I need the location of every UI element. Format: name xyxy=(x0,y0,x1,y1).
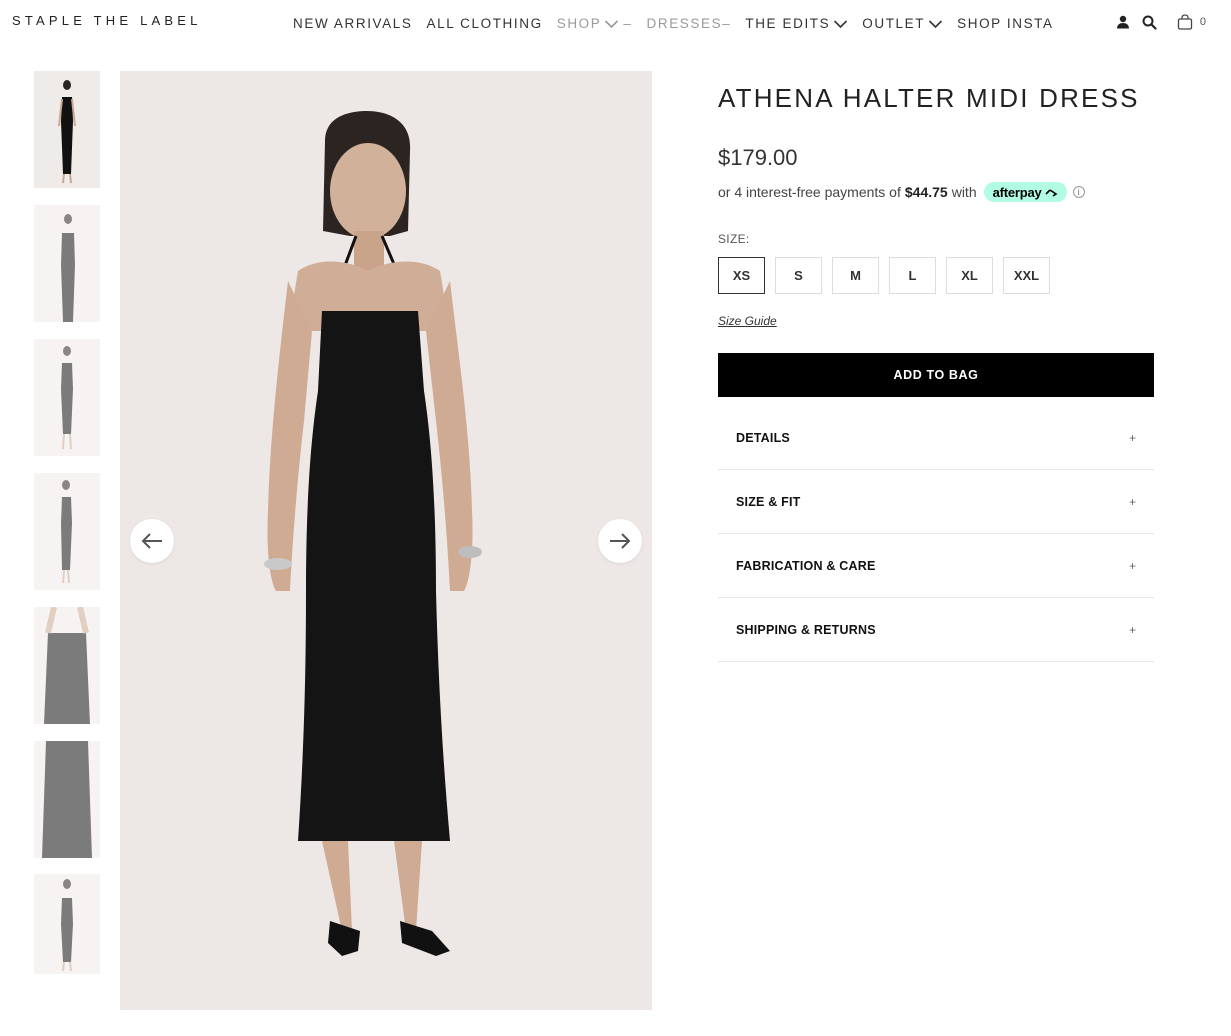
size-option-l[interactable]: L xyxy=(889,257,936,294)
nav-label: ALL CLOTHING xyxy=(426,16,543,31)
thumbnail-image xyxy=(34,339,100,456)
thumbnail-image xyxy=(34,741,100,858)
thumbnail-3[interactable] xyxy=(34,339,100,456)
product-info: ATHENA HALTER MIDI DRESS $179.00 or 4 in… xyxy=(718,80,1154,662)
accordion-label: SIZE & FIT xyxy=(736,494,801,509)
cart-count: 0 xyxy=(1199,16,1207,28)
nav-shop-insta[interactable]: SHOP INSTA xyxy=(957,16,1054,31)
site-header: STAPLE THE LABEL NEW ARRIVALS ALL CLOTHI… xyxy=(0,0,1231,50)
nav-label: THE EDITS xyxy=(745,16,831,31)
size-option-xl[interactable]: XL xyxy=(946,257,993,294)
nav-label: SHOP xyxy=(556,16,602,31)
thumbnail-2[interactable] xyxy=(34,205,100,322)
previous-image-button[interactable] xyxy=(130,519,174,563)
nav-all-clothing[interactable]: ALL CLOTHING xyxy=(426,16,542,31)
afterpay-message: or 4 interest-free payments of $44.75 wi… xyxy=(718,182,1154,202)
site-logo[interactable]: STAPLE THE LABEL xyxy=(12,13,202,28)
accordion-fabrication-care[interactable]: FABRICATION & CARE + xyxy=(718,534,1154,598)
arrow-right-icon xyxy=(610,533,631,549)
nav-label: DRESSES– xyxy=(646,16,732,31)
nav-the-edits[interactable]: THE EDITS xyxy=(745,16,848,31)
thumbnail-1[interactable] xyxy=(34,71,100,188)
main-nav: NEW ARRIVALS ALL CLOTHING SHOP – DRESSES… xyxy=(293,16,1068,31)
chevron-down-icon xyxy=(605,19,619,28)
size-selector: XS S M L XL XXL xyxy=(718,257,1154,294)
chevron-down-icon xyxy=(834,19,848,28)
chevron-down-icon xyxy=(929,19,943,28)
size-guide-link[interactable]: Size Guide xyxy=(718,314,777,328)
size-label: SIZE: xyxy=(718,232,750,246)
main-product-image[interactable] xyxy=(120,71,652,1010)
afterpay-arrows-icon xyxy=(1045,189,1058,197)
nav-shop[interactable]: SHOP – xyxy=(557,16,633,31)
cart-button[interactable]: 0 xyxy=(1177,14,1207,30)
thumbnail-4[interactable] xyxy=(34,473,100,590)
plus-icon: + xyxy=(1128,558,1136,573)
product-title: ATHENA HALTER MIDI DRESS xyxy=(718,83,1140,113)
plus-icon: + xyxy=(1128,430,1136,445)
thumbnail-image xyxy=(34,473,100,590)
product-photo xyxy=(120,71,652,1010)
nav-label: OUTLET xyxy=(862,16,926,31)
thumbnail-image xyxy=(34,607,100,724)
nav-new-arrivals[interactable]: NEW ARRIVALS xyxy=(293,16,412,31)
add-to-bag-button[interactable]: ADD TO BAG xyxy=(718,353,1154,397)
accordion-label: FABRICATION & CARE xyxy=(736,558,876,573)
afterpay-logo: afterpay xyxy=(992,184,1042,200)
plus-icon: + xyxy=(1128,494,1136,509)
thumbnail-5[interactable] xyxy=(34,607,100,724)
arrow-left-icon xyxy=(141,533,162,549)
thumbnail-image xyxy=(34,205,100,322)
nav-dresses[interactable]: DRESSES– xyxy=(647,16,732,31)
accordion-details[interactable]: DETAILS + xyxy=(718,406,1154,470)
nav-label: SHOP INSTA xyxy=(957,16,1054,31)
thumbnail-image xyxy=(34,71,100,188)
next-image-button[interactable] xyxy=(598,519,642,563)
size-option-m[interactable]: M xyxy=(832,257,879,294)
search-icon[interactable] xyxy=(1142,15,1157,30)
header-icons: 0 xyxy=(1104,14,1207,30)
accordion-label: DETAILS xyxy=(736,430,790,445)
accordion-shipping-returns[interactable]: SHIPPING & RETURNS + xyxy=(718,598,1154,662)
accordion-label: SHIPPING & RETURNS xyxy=(736,622,876,637)
afterpay-badge[interactable]: afterpay xyxy=(983,182,1067,202)
nav-dash: – xyxy=(623,16,633,31)
plus-icon: + xyxy=(1128,622,1136,637)
thumbnail-image xyxy=(34,874,100,974)
afterpay-suffix: with xyxy=(951,184,977,200)
size-option-xs[interactable]: XS xyxy=(718,257,765,294)
account-icon[interactable] xyxy=(1116,15,1130,29)
thumbnail-7[interactable] xyxy=(34,874,100,974)
cart-icon xyxy=(1177,14,1193,30)
info-icon[interactable]: i xyxy=(1072,186,1085,198)
nav-outlet[interactable]: OUTLET xyxy=(862,16,943,31)
afterpay-prefix: or 4 interest-free payments of xyxy=(718,184,901,200)
product-price: $179.00 xyxy=(718,145,798,170)
thumbnail-6[interactable] xyxy=(34,741,100,858)
size-option-s[interactable]: S xyxy=(775,257,822,294)
nav-label: NEW ARRIVALS xyxy=(293,16,413,31)
size-option-xxl[interactable]: XXL xyxy=(1003,257,1050,294)
afterpay-amount: $44.75 xyxy=(904,184,948,200)
accordion-size-fit[interactable]: SIZE & FIT + xyxy=(718,470,1154,534)
product-accordions: DETAILS + SIZE & FIT + FABRICATION & CAR… xyxy=(718,406,1154,662)
